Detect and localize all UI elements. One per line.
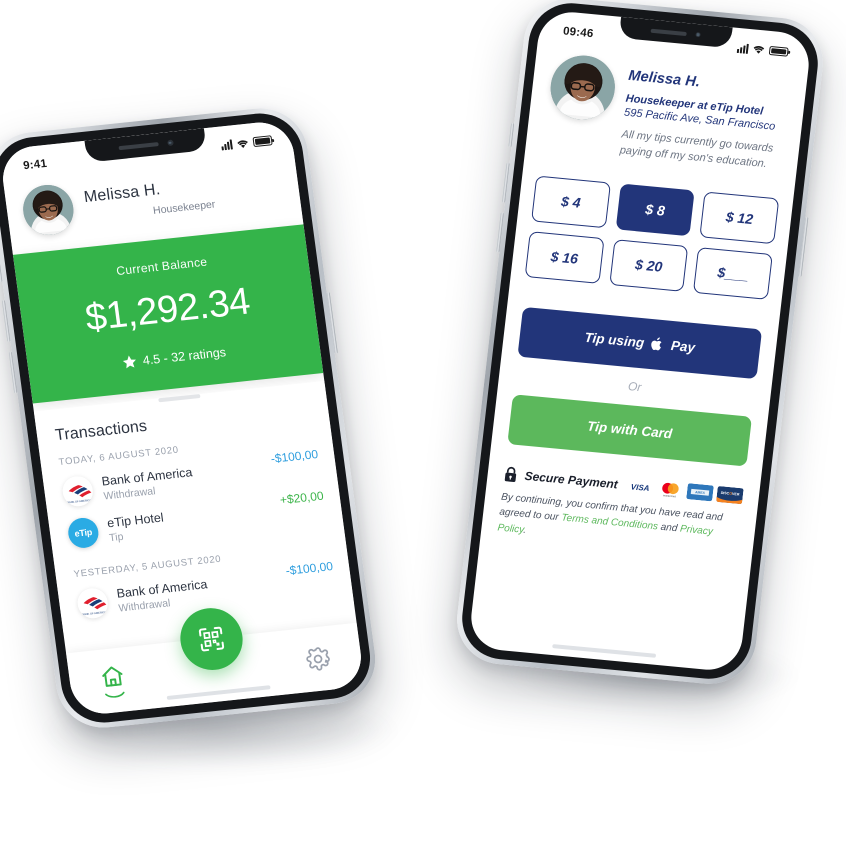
avatar[interactable]	[20, 182, 77, 238]
cellular-bars-icon	[736, 42, 749, 54]
profile-bio: All my tips currently go towards paying …	[619, 128, 774, 171]
balance-card: Current Balance $1,292.34 4.5 - 32 ratin…	[12, 224, 324, 404]
left-profile-text: Melissa H. Housekeeper	[83, 168, 283, 223]
tip-amount-option-8[interactable]: $ 8	[615, 183, 696, 237]
rating-row: 4.5 - 32 ratings	[38, 335, 311, 378]
wifi-icon	[753, 46, 765, 54]
battery-full-icon	[252, 135, 273, 147]
sheet-grabber[interactable]	[158, 393, 201, 403]
svg-text:AMEX: AMEX	[695, 490, 706, 495]
left-phone-screen: 9:41 Melissa H. Housekeeper Current Bala…	[0, 119, 366, 717]
qr-scan-icon	[198, 626, 225, 652]
transaction-amount: +$20,00	[279, 488, 325, 508]
volume-down-button[interactable]	[496, 212, 504, 253]
gear-icon	[306, 647, 331, 671]
status-time: 9:41	[22, 157, 48, 173]
sidebar-item-settings[interactable]	[304, 645, 333, 673]
cellular-bars-icon	[221, 139, 233, 151]
apple-pay-suffix: Pay	[670, 338, 696, 356]
transaction-amount: -$100,00	[284, 559, 334, 578]
status-indicators	[221, 135, 273, 151]
etip-logo: eTip	[66, 516, 101, 550]
battery-full-icon	[768, 45, 789, 57]
legal-text-between: and	[657, 521, 681, 535]
status-indicators	[736, 42, 789, 58]
payment-section: Tip using Pay Or Tip with Card	[491, 283, 781, 474]
power-button[interactable]	[798, 217, 809, 277]
sidebar-item-home[interactable]	[98, 662, 128, 699]
tip-amount-option-12[interactable]: $ 12	[699, 191, 780, 245]
active-tab-underline	[104, 691, 125, 698]
wifi-icon	[237, 139, 248, 148]
tip-amount-option-4[interactable]: $ 4	[531, 175, 611, 229]
discover-logo: DISCOVER	[716, 485, 744, 504]
avatar[interactable]	[547, 52, 619, 123]
home-icon	[101, 666, 123, 687]
screenshot-stage: 9:41 Melissa H. Housekeeper Current Bala…	[0, 0, 846, 846]
right-phone-bezel: 09:46 Melissa H. Housekeeper at eTip Hot…	[457, 0, 823, 683]
profile-role: Housekeeper	[152, 197, 217, 217]
mute-switch[interactable]	[508, 122, 515, 148]
apple-logo-icon	[651, 337, 662, 351]
visa-logo: VISA	[626, 477, 655, 496]
lock-icon	[504, 466, 517, 482]
mastercard-logo: mastercard	[656, 480, 685, 499]
rating-text: 4.5 - 32 ratings	[141, 344, 227, 368]
tip-amount-option-custom[interactable]: $___	[693, 246, 773, 300]
bank-of-america-logo: BANK OF AMERICA	[60, 474, 95, 508]
right-phone-device: 09:46 Melissa H. Housekeeper at eTip Hot…	[452, 0, 828, 688]
volume-down-button[interactable]	[8, 351, 18, 394]
tip-amount-option-20[interactable]: $ 20	[608, 239, 689, 292]
volume-up-button[interactable]	[502, 162, 510, 203]
volume-up-button[interactable]	[1, 299, 11, 342]
transaction-amount: -$100,00	[269, 447, 319, 466]
front-camera	[695, 31, 702, 38]
front-camera	[166, 139, 174, 147]
home-indicator	[552, 644, 657, 658]
left-phone-device: 9:41 Melissa H. Housekeeper Current Bala…	[0, 103, 381, 733]
mute-switch[interactable]	[0, 256, 3, 283]
right-profile-info: Melissa H. Housekeeper at eTip Hotel 595…	[619, 60, 792, 174]
right-phone-screen: 09:46 Melissa H. Housekeeper at eTip Hot…	[467, 9, 813, 673]
star-icon	[122, 355, 136, 369]
left-phone-bezel: 9:41 Melissa H. Housekeeper Current Bala…	[0, 109, 376, 727]
svg-text:VISA: VISA	[630, 482, 650, 493]
tip-amount-option-16[interactable]: $ 16	[524, 231, 605, 284]
earpiece-speaker	[650, 28, 687, 36]
bank-of-america-logo: BANK OF AMERICA	[75, 586, 110, 620]
balance-amount: $1,292.34	[82, 280, 253, 340]
earpiece-speaker	[118, 142, 159, 151]
transaction-body: Bank of America Withdrawal	[116, 570, 280, 614]
legal-text-after: .	[522, 524, 527, 536]
apple-pay-prefix: Tip using	[583, 330, 645, 351]
status-time: 09:46	[562, 24, 595, 40]
amex-logo: AMEX	[686, 483, 714, 502]
transactions-sheet: Transactions TODAY, 6 AUGUST 2020 BANK O…	[33, 380, 354, 634]
